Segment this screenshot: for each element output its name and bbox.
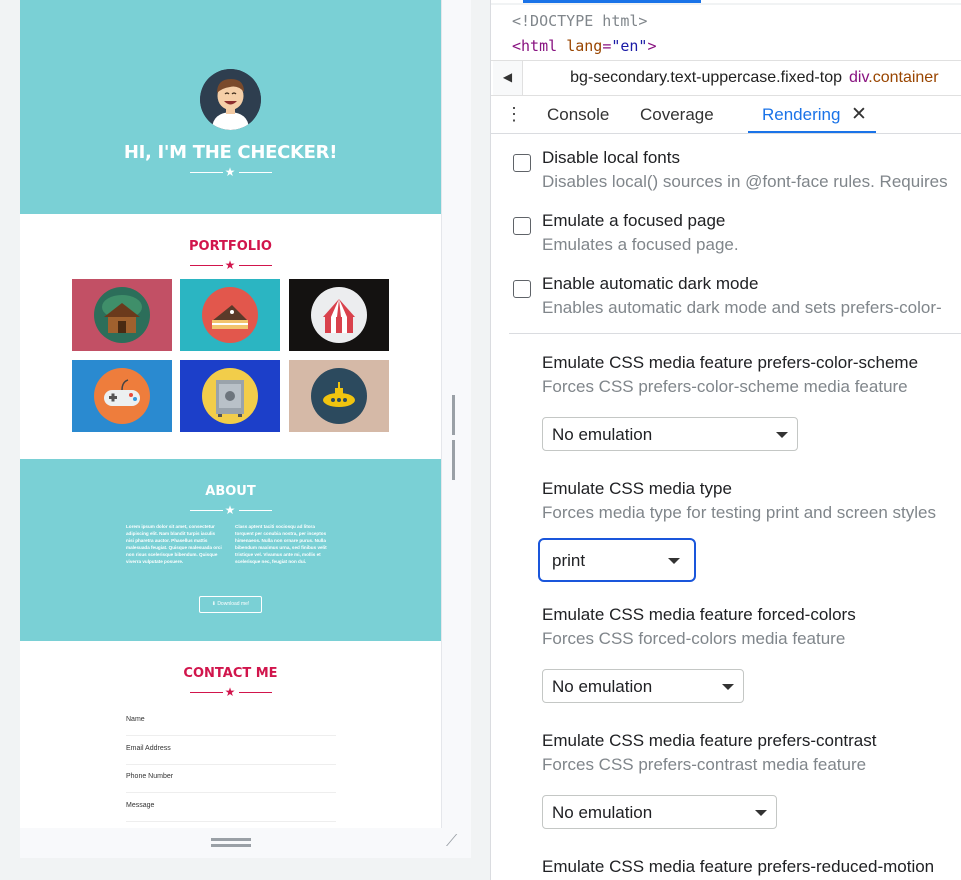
about-text-right: Class aptent taciti sociosqu ad litora t… bbox=[235, 524, 327, 564]
disable-local-fonts-checkbox[interactable] bbox=[513, 154, 531, 172]
star-icon: ★ bbox=[224, 685, 236, 699]
breadcrumb-item-nav[interactable]: bg-secondary.text-uppercase.fixed-top bbox=[570, 69, 842, 87]
html-tag: <html bbox=[512, 37, 558, 55]
option-title: Enable automatic dark mode bbox=[542, 274, 759, 293]
portfolio-tile-submarine[interactable] bbox=[289, 360, 389, 432]
message-field-label: Message bbox=[126, 802, 155, 809]
media-type-title: Emulate CSS media type bbox=[542, 479, 732, 498]
hero-title: HI, I'M THE CHECKER! bbox=[123, 142, 338, 163]
section-divider bbox=[509, 333, 961, 334]
contact-section: CONTACT ME ★ Name Email Address Phone Nu… bbox=[20, 641, 441, 828]
about-section: ABOUT ★ Lorem ipsum dolor sit amet, cons… bbox=[20, 459, 441, 641]
option-title: Emulate a focused page bbox=[542, 211, 726, 230]
star-icon: ★ bbox=[224, 503, 236, 517]
device-screen: HI, I'M THE CHECKER! ★ PORTFOLIO ★ ABOUT… bbox=[20, 0, 441, 828]
tab-console[interactable]: Console bbox=[547, 105, 609, 125]
name-field-label: Name bbox=[126, 716, 145, 723]
portfolio-tile-cake[interactable] bbox=[180, 279, 280, 351]
forced-colors-title: Emulate CSS media feature forced-colors bbox=[542, 605, 856, 624]
option-desc: Emulates a focused page. bbox=[542, 235, 739, 254]
portfolio-tile-controller[interactable] bbox=[72, 360, 172, 432]
breadcrumb-item-container[interactable]: div.container bbox=[849, 69, 939, 87]
drawer-tabbar: ⋮ Console Coverage Rendering ✕ bbox=[491, 96, 961, 134]
select-value: No emulation bbox=[552, 677, 653, 696]
media-type-select[interactable]: print bbox=[538, 538, 696, 582]
star-icon: ★ bbox=[224, 165, 236, 179]
more-tabs-icon[interactable]: ⋮ bbox=[505, 104, 523, 124]
breadcrumb-class: .container bbox=[868, 69, 939, 86]
html-attr-name: lang bbox=[566, 37, 603, 55]
tab-coverage[interactable]: Coverage bbox=[640, 105, 714, 125]
portfolio-tile-safe[interactable] bbox=[180, 360, 280, 432]
cabin-icon bbox=[94, 287, 150, 343]
html-tag-close: > bbox=[647, 37, 657, 55]
bottom-resize-handle[interactable] bbox=[211, 838, 251, 848]
message-field[interactable]: Message bbox=[126, 800, 336, 822]
auto-dark-mode-checkbox[interactable] bbox=[513, 280, 531, 298]
portfolio-star-divider: ★ bbox=[20, 258, 441, 273]
safe-icon bbox=[202, 368, 258, 424]
portfolio-tile-cabin[interactable] bbox=[72, 279, 172, 351]
forced-colors-select[interactable]: No emulation bbox=[542, 669, 744, 703]
option-desc: Enables automatic dark mode and sets pre… bbox=[542, 298, 942, 317]
prefers-color-scheme-title: Emulate CSS media feature prefers-color-… bbox=[542, 353, 919, 372]
active-tab-indicator bbox=[748, 131, 876, 133]
hero-star-divider: ★ bbox=[20, 165, 441, 180]
prefers-reduced-motion-title: Emulate CSS media feature prefers-reduce… bbox=[542, 857, 935, 876]
chevron-down-icon bbox=[776, 432, 788, 438]
hero-section: HI, I'M THE CHECKER! ★ bbox=[20, 0, 441, 214]
submarine-icon bbox=[311, 368, 367, 424]
chevron-down-icon bbox=[668, 558, 680, 564]
option-desc: Disables local() sources in @font-face r… bbox=[542, 172, 948, 191]
game-controller-icon bbox=[94, 368, 150, 424]
download-button[interactable]: ⬇ Download me! bbox=[199, 596, 262, 613]
portfolio-title: PORTFOLIO bbox=[189, 239, 272, 254]
email-field-label: Email Address bbox=[126, 745, 171, 752]
email-field[interactable]: Email Address bbox=[126, 743, 336, 765]
html-attr-value: "en" bbox=[611, 37, 648, 55]
close-tab-icon[interactable]: ✕ bbox=[851, 103, 867, 126]
prefers-color-scheme-desc: Forces CSS prefers-color-scheme media fe… bbox=[542, 377, 908, 396]
contact-star-divider: ★ bbox=[20, 685, 441, 700]
avatar bbox=[200, 69, 261, 130]
devtools-panel: <!DOCTYPE html> <html lang="en"> ◀ bg-se… bbox=[491, 0, 961, 880]
device-viewport-area: HI, I'M THE CHECKER! ★ PORTFOLIO ★ ABOUT… bbox=[0, 0, 490, 880]
forced-colors-desc: Forces CSS forced-colors media feature bbox=[542, 629, 846, 648]
html-tag-line[interactable]: <html lang="en"> bbox=[512, 37, 657, 55]
prefers-contrast-desc: Forces CSS prefers-contrast media featur… bbox=[542, 755, 867, 774]
breadcrumb-scroll-left-icon[interactable]: ◀ bbox=[493, 61, 523, 95]
side-resize-handle[interactable] bbox=[452, 395, 460, 480]
tab-rendering[interactable]: Rendering bbox=[762, 105, 840, 125]
about-text-left: Lorem ipsum dolor sit amet, consectetur … bbox=[126, 524, 222, 564]
about-title: ABOUT bbox=[205, 484, 256, 499]
chevron-down-icon bbox=[755, 810, 767, 816]
name-field[interactable]: Name bbox=[126, 714, 336, 736]
select-value: No emulation bbox=[552, 803, 653, 822]
phone-field-label: Phone Number bbox=[126, 773, 174, 780]
prefers-contrast-select[interactable]: No emulation bbox=[542, 795, 777, 829]
star-icon: ★ bbox=[224, 258, 236, 272]
portfolio-tile-circus[interactable] bbox=[289, 279, 389, 351]
prefers-contrast-title: Emulate CSS media feature prefers-contra… bbox=[542, 731, 877, 750]
cake-icon bbox=[202, 287, 258, 343]
breadcrumb: ◀ bg-secondary.text-uppercase.fixed-top … bbox=[491, 60, 961, 96]
select-value: No emulation bbox=[552, 425, 653, 444]
corner-resize-icon[interactable]: ⟋ bbox=[446, 834, 457, 850]
portfolio-section: PORTFOLIO ★ bbox=[20, 214, 441, 459]
top-strip bbox=[491, 3, 961, 5]
emulate-focused-page-checkbox[interactable] bbox=[513, 217, 531, 235]
select-value: print bbox=[552, 551, 586, 570]
download-button-label: Download me! bbox=[217, 601, 250, 607]
chevron-down-icon bbox=[722, 684, 734, 690]
contact-title: CONTACT ME bbox=[183, 666, 278, 681]
media-type-desc: Forces media type for testing print and … bbox=[542, 503, 937, 522]
about-star-divider: ★ bbox=[20, 503, 441, 518]
prefers-color-scheme-select[interactable]: No emulation bbox=[542, 417, 798, 451]
phone-field[interactable]: Phone Number bbox=[126, 771, 336, 793]
circus-tent-icon bbox=[311, 287, 367, 343]
screen: HI, I'M THE CHECKER! ★ PORTFOLIO ★ ABOUT… bbox=[0, 0, 961, 880]
breadcrumb-tag: div bbox=[849, 69, 869, 86]
option-title: Disable local fonts bbox=[542, 148, 680, 167]
doctype-line[interactable]: <!DOCTYPE html> bbox=[512, 12, 647, 30]
